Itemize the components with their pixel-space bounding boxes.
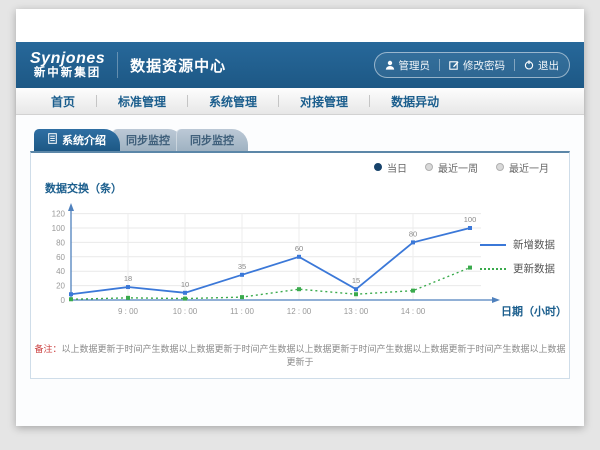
svg-text:80: 80 xyxy=(409,229,417,238)
svg-text:12 : 00: 12 : 00 xyxy=(287,307,312,316)
svg-text:60: 60 xyxy=(295,244,303,253)
page-top-margin xyxy=(16,9,584,42)
app-window: Synjones 新中新集团 数据资源中心 管理员 修改密码 xyxy=(16,9,584,426)
user-icon xyxy=(385,60,395,70)
nav-item-interface-mgmt[interactable]: 对接管理 xyxy=(279,93,369,110)
chart-legend: 新增数据 更新数据 xyxy=(480,237,555,276)
content-area: 系统介绍 同步监控 同步监控 当日 xyxy=(16,115,584,426)
nav-item-data-change[interactable]: 数据异动 xyxy=(370,93,460,110)
admin-label: 管理员 xyxy=(399,58,431,73)
user-menu: 管理员 修改密码 退出 xyxy=(374,52,571,78)
svg-text:10 : 00: 10 : 00 xyxy=(173,307,198,316)
svg-text:60: 60 xyxy=(56,253,65,262)
svg-text:20: 20 xyxy=(56,282,65,291)
svg-text:100: 100 xyxy=(52,224,66,233)
tab-label: 系统介绍 xyxy=(62,132,106,148)
radio-icon xyxy=(374,163,382,171)
logo-company-text: 新中新集团 xyxy=(30,67,105,79)
svg-text:120: 120 xyxy=(52,210,66,219)
logo-brand-text: Synjones xyxy=(30,51,105,68)
nav-item-standard-mgmt[interactable]: 标准管理 xyxy=(97,93,187,110)
svg-text:10: 10 xyxy=(181,280,189,289)
y-axis-title: 数据交换（条） xyxy=(45,180,569,194)
nav-item-system-mgmt[interactable]: 系统管理 xyxy=(188,93,278,110)
svg-text:9 : 00: 9 : 00 xyxy=(118,307,139,316)
filter-option-last-week[interactable]: 最近一周 xyxy=(425,160,478,175)
pill-divider xyxy=(514,59,515,71)
tab-label: 同步监控 xyxy=(190,132,234,148)
legend-line-sample xyxy=(480,244,506,246)
change-password-button[interactable]: 修改密码 xyxy=(449,58,505,73)
radio-icon xyxy=(496,163,504,171)
document-icon xyxy=(48,133,57,147)
svg-text:40: 40 xyxy=(56,267,65,276)
legend-item-updated-data: 更新数据 xyxy=(480,261,555,276)
logo: Synjones 新中新集团 xyxy=(30,51,105,80)
svg-text:11 : 00: 11 : 00 xyxy=(230,307,254,316)
app-header: Synjones 新中新集团 数据资源中心 管理员 修改密码 xyxy=(16,42,584,88)
tab-system-intro[interactable]: 系统介绍 xyxy=(34,129,120,151)
time-range-filter: 当日 最近一周 最近一月 xyxy=(31,153,569,173)
filter-label: 当日 xyxy=(387,160,407,175)
power-icon xyxy=(524,60,534,70)
chart-panel: 当日 最近一周 最近一月 数据交换（条） 0 20 40 60 80 100 120 9 : … xyxy=(30,151,570,379)
nav-item-home[interactable]: 首页 xyxy=(30,93,96,110)
pill-divider xyxy=(439,59,440,71)
header-divider xyxy=(117,52,118,78)
filter-label: 最近一月 xyxy=(509,160,549,175)
edit-icon xyxy=(449,60,459,70)
tab-label: 同步监控 xyxy=(126,132,170,148)
tab-sync-monitor-2[interactable]: 同步监控 xyxy=(176,129,248,151)
admin-button[interactable]: 管理员 xyxy=(385,58,431,73)
svg-text:100: 100 xyxy=(464,215,477,224)
footnote: 备注：以上数据更新于时间产生数据以上数据更新于时间产生数据以上数据更新于时间产生… xyxy=(31,342,569,368)
page-title: 数据资源中心 xyxy=(130,55,226,76)
filter-option-today[interactable]: 当日 xyxy=(374,160,407,175)
main-nav: 首页 标准管理 系统管理 对接管理 数据异动 xyxy=(16,88,584,115)
svg-text:35: 35 xyxy=(238,262,246,271)
svg-text:13 : 00: 13 : 00 xyxy=(344,307,369,316)
tab-sync-monitor-1[interactable]: 同步监控 xyxy=(112,129,184,151)
change-password-label: 修改密码 xyxy=(463,58,505,73)
filter-label: 最近一周 xyxy=(438,160,478,175)
logout-button[interactable]: 退出 xyxy=(524,58,559,73)
svg-text:14 : 00: 14 : 00 xyxy=(401,307,426,316)
svg-text:80: 80 xyxy=(56,238,65,247)
chart-card: 系统介绍 同步监控 同步监控 当日 xyxy=(30,129,570,379)
legend-label: 更新数据 xyxy=(513,261,555,276)
svg-text:15: 15 xyxy=(352,276,360,285)
filter-option-last-month[interactable]: 最近一月 xyxy=(496,160,549,175)
logout-label: 退出 xyxy=(538,58,559,73)
svg-text:日期（小时）: 日期（小时） xyxy=(501,304,567,318)
footnote-text: 以上数据更新于时间产生数据以上数据更新于时间产生数据以上数据更新于时间产生数据以… xyxy=(62,344,566,367)
tab-bar: 系统介绍 同步监控 同步监控 xyxy=(30,129,570,151)
legend-label: 新增数据 xyxy=(513,237,555,252)
svg-text:18: 18 xyxy=(124,274,132,283)
desktop-background: Synjones 新中新集团 数据资源中心 管理员 修改密码 xyxy=(0,0,600,450)
svg-text:0: 0 xyxy=(61,296,66,305)
legend-line-sample xyxy=(480,268,506,270)
legend-item-new-data: 新增数据 xyxy=(480,237,555,252)
footnote-prefix: 备注： xyxy=(34,344,61,354)
radio-icon xyxy=(425,163,433,171)
